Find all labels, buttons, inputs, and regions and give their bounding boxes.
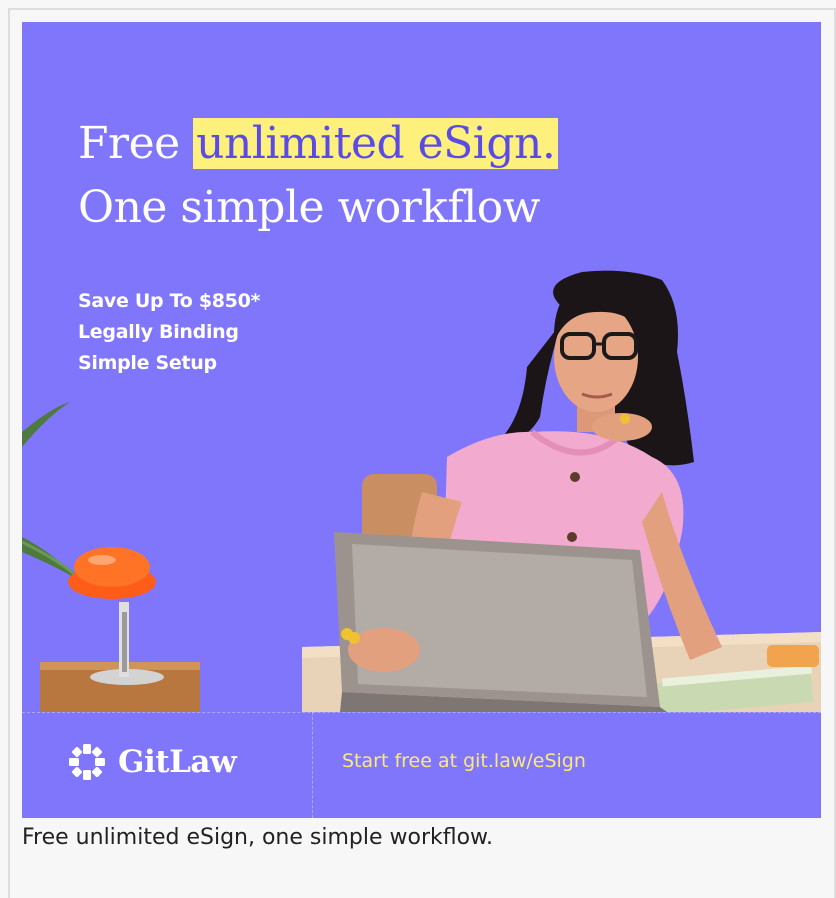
headline: Free unlimited eSign. One simple workflo…: [78, 112, 559, 240]
headline-line2: One simple workflow: [78, 182, 540, 233]
footer-vertical-divider: [312, 712, 313, 818]
gitlaw-logo[interactable]: GitLaw: [66, 740, 237, 784]
benefit-item: Legally Binding: [78, 321, 239, 343]
headline-highlight: unlimited eSign.: [193, 118, 559, 169]
gitlaw-logo-icon: [69, 744, 105, 780]
benefit-list: Save Up To $850* Legally Binding Simple …: [78, 286, 260, 379]
benefit-item: Save Up To $850*: [78, 290, 261, 312]
ad-caption: Free unlimited eSign, one simple workflo…: [22, 825, 494, 850]
brand-name: GitLaw: [118, 744, 237, 780]
footer-divider: [22, 712, 821, 713]
ad-banner[interactable]: Free unlimited eSign. One simple workflo…: [22, 22, 821, 818]
benefit-item: Simple Setup: [78, 352, 217, 374]
headline-prefix: Free: [78, 118, 194, 169]
cta-link[interactable]: Start free at git.law/eSign: [342, 750, 586, 772]
